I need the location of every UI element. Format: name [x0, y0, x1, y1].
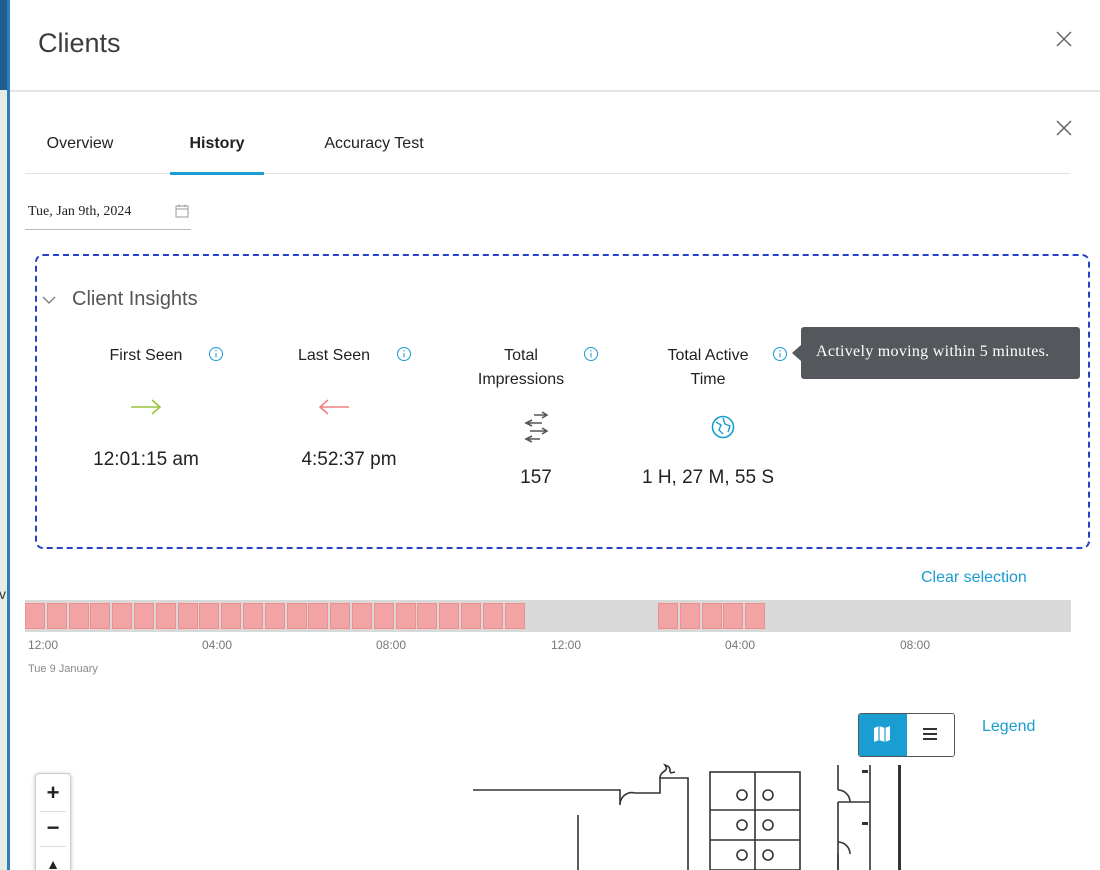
list-icon — [923, 728, 937, 740]
date-picker[interactable]: Tue, Jan 9th, 2024 — [25, 196, 191, 230]
metric-value: 1 H, 27 M, 55 S — [641, 467, 774, 488]
tab-bar: Overview History Accuracy Test — [25, 120, 1070, 175]
timeline-activity-segment[interactable] — [482, 603, 503, 629]
metric-label: Total Impressions — [477, 347, 565, 388]
timeline-tick: 04:00 — [725, 638, 756, 652]
tab-label: Overview — [46, 135, 114, 152]
info-icon[interactable] — [208, 346, 224, 362]
timeline-activity-segment[interactable] — [330, 603, 351, 629]
metric-value: 4:52:37 pm — [301, 449, 397, 470]
background-text-fragment: v — [0, 586, 6, 602]
timeline-activity-segment[interactable] — [679, 603, 700, 629]
metric-value: 157 — [520, 467, 552, 488]
timeline-date-caption: Tue 9 January — [28, 663, 98, 675]
timeline-activity-segment[interactable] — [352, 603, 372, 629]
timeline-activity-segment[interactable] — [417, 603, 438, 629]
timeline-tick: 12:00 — [28, 638, 59, 652]
info-icon[interactable] — [396, 346, 412, 362]
arrow-right-icon — [129, 398, 163, 421]
timeline-activity-segment[interactable] — [745, 603, 766, 629]
modal-header: Clients — [10, 0, 1100, 92]
list-view-button[interactable] — [907, 714, 954, 756]
timeline-activity-segment[interactable] — [243, 603, 263, 629]
timeline-activity-segment[interactable] — [25, 603, 45, 629]
calendar-icon[interactable] — [175, 204, 189, 223]
zoom-control: + − ▲ — [35, 773, 71, 870]
tab-overview[interactable]: Overview — [25, 120, 135, 174]
tab-history[interactable]: History — [170, 120, 264, 175]
floor-plan-map[interactable] — [470, 760, 910, 870]
timeline-activity-segment[interactable] — [155, 603, 176, 629]
modal-title: Clients — [38, 28, 121, 58]
chevron-down-icon — [42, 292, 56, 310]
timeline-activity-segment[interactable] — [177, 603, 198, 629]
zoom-out-button[interactable]: − — [36, 810, 70, 846]
timeline-activity-segment[interactable] — [658, 603, 678, 629]
activity-timeline[interactable] — [25, 600, 1071, 632]
info-tooltip: Actively moving within 5 minutes. — [792, 327, 1080, 379]
timeline-tick: 08:00 — [900, 638, 931, 652]
timeline-activity-segment[interactable] — [286, 603, 307, 629]
timeline-activity-segment[interactable] — [199, 603, 220, 629]
timeline-activity-segment[interactable] — [395, 603, 416, 629]
timeline-tick: 12:00 — [551, 638, 582, 652]
timeline-activity-segment[interactable] — [504, 603, 525, 629]
metric-value: 12:01:15 am — [93, 449, 199, 470]
timeline-activity-segment[interactable] — [90, 603, 111, 629]
timeline-activity-segment[interactable] — [221, 603, 242, 629]
globe-icon — [710, 414, 736, 445]
map-view-button[interactable] — [859, 714, 907, 756]
timeline-activity-segment[interactable] — [134, 603, 154, 629]
arrow-left-icon — [317, 398, 351, 421]
timeline-activity-segment[interactable] — [373, 603, 394, 629]
legend-link[interactable]: Legend — [982, 718, 1035, 736]
timeline-activity-segment[interactable] — [46, 603, 67, 629]
zoom-in-button[interactable]: + — [36, 775, 70, 811]
client-insights-panel: Client Insights First Seen 12:01:15 am L… — [35, 254, 1090, 549]
clear-selection-link[interactable]: Clear selection — [921, 569, 1027, 587]
metric-label: Total Active Time — [667, 347, 749, 388]
info-icon[interactable] — [583, 346, 599, 362]
impressions-arrows-icon — [520, 410, 554, 449]
metric-label: Last Seen — [297, 347, 371, 364]
timeline-activity-segment[interactable] — [439, 603, 460, 629]
timeline-activity-segment[interactable] — [461, 603, 481, 629]
timeline-tick: 04:00 — [202, 638, 233, 652]
tab-accuracy-test[interactable]: Accuracy Test — [310, 120, 438, 174]
date-value: Tue, Jan 9th, 2024 — [28, 204, 132, 219]
compass-icon[interactable]: ▲ — [36, 846, 70, 870]
tab-label: History — [189, 135, 245, 152]
timeline-activity-segment[interactable] — [723, 603, 744, 629]
timeline-tick: 08:00 — [376, 638, 407, 652]
background-page-strip: v — [0, 0, 10, 870]
timeline-activity-segment[interactable] — [264, 603, 285, 629]
timeline-activity-segment[interactable] — [68, 603, 89, 629]
info-icon[interactable] — [772, 346, 788, 362]
timeline-activity-segment[interactable] — [112, 603, 133, 629]
metric-label: First Seen — [109, 347, 183, 364]
map-icon — [874, 726, 890, 742]
timeline-activity-segment[interactable] — [308, 603, 329, 629]
modal-close-icon[interactable] — [1054, 29, 1074, 49]
client-insights-title: Client Insights — [72, 288, 198, 310]
view-toggle — [858, 713, 955, 757]
tab-label: Accuracy Test — [324, 135, 424, 152]
timeline-activity-segment[interactable] — [701, 603, 722, 629]
